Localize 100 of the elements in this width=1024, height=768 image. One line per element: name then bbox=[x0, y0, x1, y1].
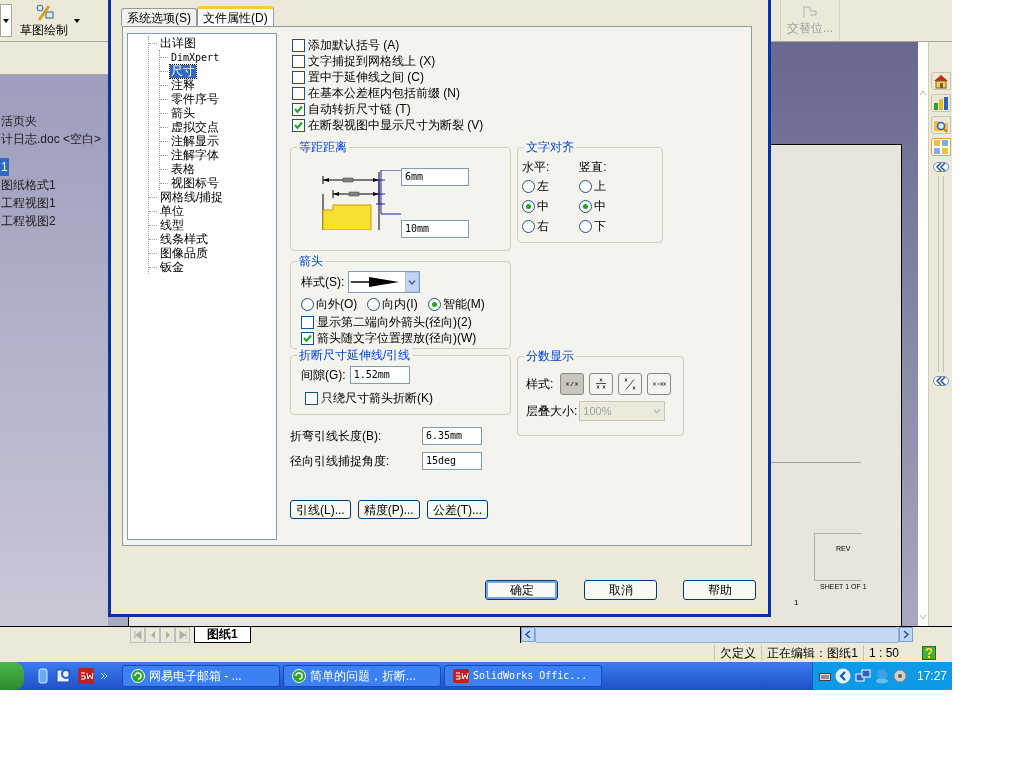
solidworks-icon bbox=[453, 669, 469, 683]
field-label: 层叠大小: bbox=[526, 403, 578, 420]
checkbox[interactable] bbox=[292, 86, 305, 100]
sheet-tab[interactable]: 图纸1 bbox=[194, 627, 251, 643]
fraction-style-button[interactable] bbox=[647, 373, 672, 395]
fraction-style-button[interactable] bbox=[618, 373, 643, 395]
tree-item[interactable]: 单位 bbox=[159, 204, 185, 218]
checkbox-label: 显示第二端向外箭头(径向)(2) bbox=[317, 316, 472, 328]
tree-item[interactable]: 工程视图2 bbox=[0, 212, 57, 230]
tree-item[interactable]: 线条样式 bbox=[159, 232, 209, 246]
caret-icon bbox=[74, 18, 80, 23]
tree-item[interactable]: 注释 bbox=[170, 78, 196, 92]
status-text: 1 : 50 bbox=[862, 644, 904, 661]
folder-search-icon[interactable] bbox=[930, 116, 951, 134]
help-button[interactable] bbox=[922, 645, 936, 660]
scroll-down-icon bbox=[919, 615, 927, 620]
field-label: 样式(S): bbox=[301, 274, 345, 291]
taskbar-item[interactable]: SolidWorks Offic... bbox=[444, 665, 602, 687]
checkbox[interactable] bbox=[292, 102, 305, 116]
checkbox[interactable] bbox=[292, 54, 305, 68]
horizontal-scrollbar[interactable] bbox=[520, 627, 913, 643]
tree-item[interactable]: 线型 bbox=[159, 218, 185, 232]
checkbox[interactable] bbox=[301, 315, 314, 329]
radio-button[interactable] bbox=[522, 199, 535, 213]
group-title: 折断尺寸延伸线/引线 bbox=[297, 348, 413, 362]
radio-button[interactable] bbox=[579, 179, 593, 193]
group-title: 等距距离 bbox=[297, 140, 349, 154]
sketch-button[interactable]: 草图绘制 bbox=[18, 0, 70, 41]
dropdown-button[interactable] bbox=[0, 4, 12, 37]
last-arrow-icon bbox=[177, 630, 188, 640]
tree-item[interactable]: 箭头 bbox=[170, 106, 196, 120]
radio-label: 上 bbox=[594, 180, 607, 192]
button[interactable]: 公差(T)... bbox=[426, 500, 488, 519]
taskbar-item[interactable]: 简单的问题，折断... bbox=[283, 665, 441, 687]
tree-item[interactable]: 注解字体 bbox=[170, 148, 220, 162]
status-text: 欠定义 bbox=[714, 644, 762, 661]
tree-item[interactable]: 尺寸 bbox=[170, 64, 196, 78]
fraction-style-button[interactable] bbox=[560, 373, 585, 395]
tree-item[interactable]: 图纸格式1 bbox=[0, 176, 57, 194]
tab[interactable]: 系统选项(S) bbox=[121, 8, 197, 26]
button[interactable]: 引线(L)... bbox=[290, 500, 351, 519]
radio-button[interactable] bbox=[367, 297, 381, 311]
radio-button[interactable] bbox=[427, 297, 441, 311]
checkbox-label: 只绕尺寸箭头折断(K) bbox=[321, 392, 433, 404]
chart-icon[interactable] bbox=[930, 94, 951, 112]
checkbox-label: 在基本公差框内包括前缀 (N) bbox=[308, 87, 460, 99]
text-field[interactable]: 10mm bbox=[401, 220, 469, 238]
tree-item[interactable]: DimXpert bbox=[170, 50, 221, 64]
tree-item[interactable]: 钣金 bbox=[159, 260, 185, 274]
taskbar-item[interactable]: 网易电子邮箱 - ... bbox=[122, 665, 280, 687]
vertical-scrollbar[interactable] bbox=[918, 42, 928, 626]
fraction-style-button[interactable] bbox=[589, 373, 614, 395]
checkbox[interactable] bbox=[292, 118, 305, 132]
tree-item[interactable]: 出详图 bbox=[159, 36, 197, 50]
scroll-up-icon bbox=[919, 90, 927, 95]
tree-item[interactable]: 表格 bbox=[170, 162, 196, 176]
fraction-format-icon bbox=[566, 382, 579, 386]
collapse-button[interactable] bbox=[932, 162, 949, 172]
radio-button[interactable] bbox=[579, 219, 593, 233]
more-icon bbox=[100, 672, 108, 680]
checkbox[interactable] bbox=[292, 70, 305, 84]
text-field[interactable]: 6mm bbox=[401, 168, 469, 186]
field-label: 折弯引线长度(B): bbox=[290, 428, 383, 445]
collapse-button[interactable] bbox=[932, 376, 949, 386]
radio-button[interactable] bbox=[522, 179, 535, 193]
tree-item[interactable]: 网格线/捕捉 bbox=[159, 190, 225, 204]
tree-item[interactable]: 工程视图1 bbox=[0, 194, 57, 212]
tree-item[interactable]: 零件序号 bbox=[170, 92, 220, 106]
expand-icon bbox=[835, 668, 851, 684]
text-field[interactable]: 1.52mm bbox=[349, 366, 410, 384]
caret-icon bbox=[652, 408, 661, 414]
button[interactable]: 帮助 bbox=[683, 580, 756, 600]
text-field[interactable]: 6.35mm bbox=[422, 427, 482, 445]
checkbox[interactable] bbox=[305, 391, 318, 405]
tree-item[interactable]: 虚拟交点 bbox=[170, 120, 220, 134]
text-field[interactable]: 15deg bbox=[422, 452, 482, 470]
button[interactable]: 确定 bbox=[485, 580, 558, 600]
radio-button[interactable] bbox=[579, 199, 593, 213]
tree-item[interactable]: 注解显示 bbox=[170, 134, 220, 148]
checkbox-label: 箭头随文字位置摆放(径向)(W) bbox=[317, 332, 477, 344]
checkbox[interactable] bbox=[301, 331, 314, 345]
radio-button[interactable] bbox=[301, 297, 314, 311]
tree-item[interactable]: 活页夹 bbox=[0, 112, 38, 130]
tree-item[interactable]: 图像品质 bbox=[159, 246, 209, 260]
radio-button[interactable] bbox=[522, 219, 535, 233]
tree-item[interactable]: 1 bbox=[0, 158, 9, 176]
checkbox[interactable] bbox=[292, 38, 305, 52]
button[interactable]: 精度(P)... bbox=[357, 500, 420, 519]
field-label: 水平: bbox=[522, 159, 550, 176]
tree-item[interactable]: 视图标号 bbox=[170, 176, 220, 190]
start-button[interactable] bbox=[0, 662, 24, 690]
group-title: 分数显示 bbox=[524, 349, 576, 363]
tab[interactable]: 文件属性(D) bbox=[197, 6, 274, 27]
home-icon[interactable] bbox=[930, 72, 951, 90]
scroll-right-icon bbox=[898, 627, 913, 642]
arrow-style-dropdown[interactable] bbox=[348, 271, 421, 293]
tree-item[interactable]: 计日志.doc <空白> bbox=[0, 130, 103, 148]
clock: 17:27 bbox=[917, 668, 948, 685]
question-icon bbox=[925, 647, 933, 658]
button[interactable]: 取消 bbox=[584, 580, 657, 600]
